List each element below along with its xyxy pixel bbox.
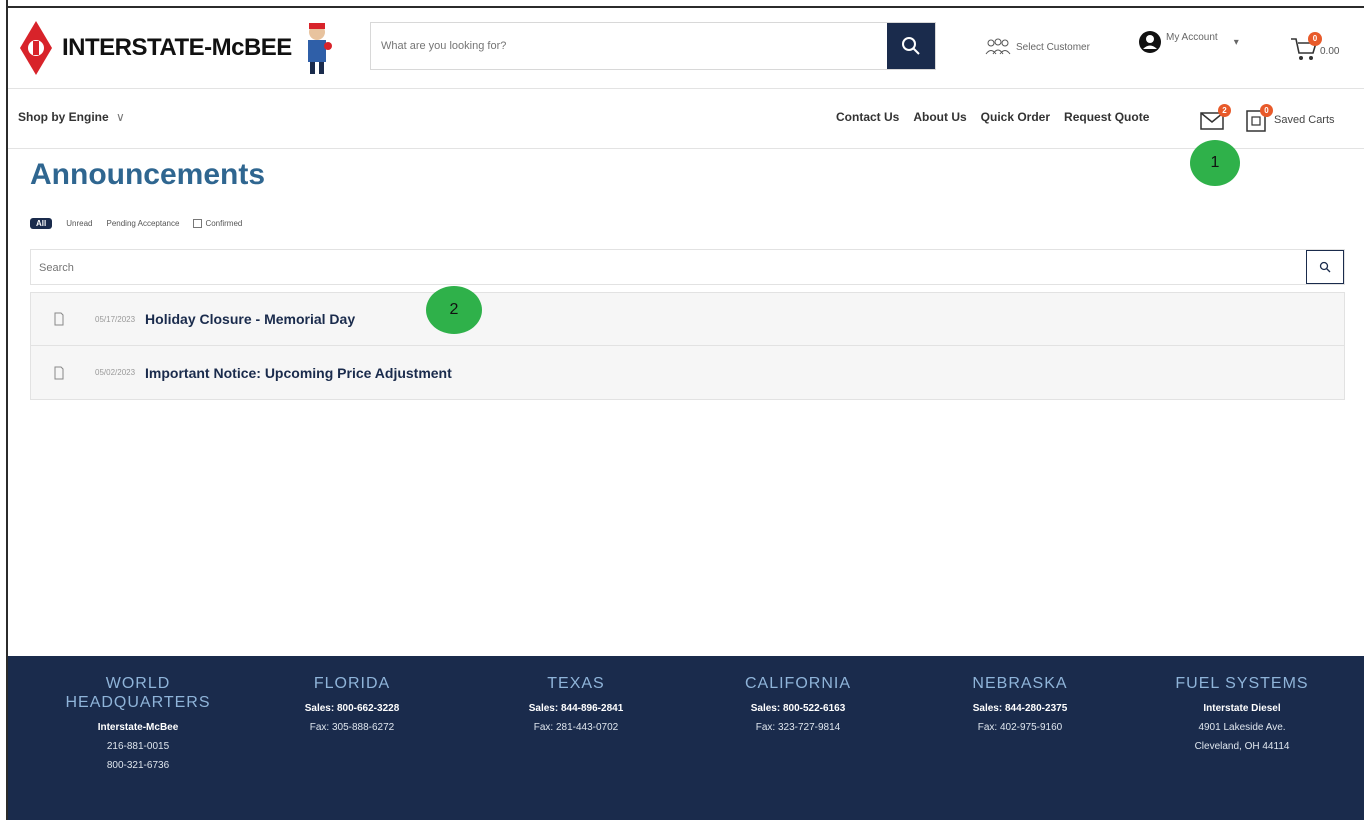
announcement-search-input[interactable] (31, 250, 1301, 286)
site-footer: WORLD HEADQUARTERS Interstate-McBee 216-… (8, 656, 1364, 820)
select-customer-label: Select Customer (1016, 41, 1090, 53)
footer-line: 800-321-6736 (106, 760, 170, 771)
my-account-label: My Account (1166, 31, 1218, 43)
announcement-title[interactable]: Important Notice: Upcoming Price Adjustm… (145, 365, 452, 381)
announcement-search (30, 249, 1345, 286)
footer-line: Sales: 800-662-3228 (304, 703, 400, 714)
announcement-row[interactable]: 05/17/2023 Holiday Closure - Memorial Da… (31, 293, 1344, 346)
announcement-filters: All Unread Pending Acceptance Confirmed (30, 218, 242, 229)
shop-by-engine-menu[interactable]: Shop by Engine ∨ (18, 110, 125, 124)
chevron-down-icon: ▾ (1233, 36, 1239, 48)
search-icon (1319, 261, 1331, 273)
footer-line: Fax: 402-975-9160 (977, 722, 1063, 733)
announcement-row[interactable]: 05/02/2023 Important Notice: Upcoming Pr… (31, 346, 1344, 399)
footer-col-fuel-systems: FUEL SYSTEMS Interstate Diesel 4901 Lake… (1142, 674, 1342, 756)
site-header: INTERSTATE-McBEE Select Customer (8, 8, 1364, 89)
page-title: Announcements (30, 158, 266, 191)
announcement-title[interactable]: Holiday Closure - Memorial Day (145, 311, 355, 327)
cart-total: 0.00 (1320, 46, 1340, 57)
saved-carts-badge: 0 (1260, 104, 1273, 117)
footer-line: Sales: 844-896-2841 (528, 703, 624, 714)
filter-confirmed-checkbox[interactable]: Confirmed (193, 218, 243, 229)
footer-heading: NEBRASKA (972, 675, 1068, 692)
document-icon (54, 312, 64, 326)
mascot-icon (307, 23, 332, 74)
my-account-menu[interactable]: My Account ▾ (1138, 30, 1239, 54)
checkbox-icon (193, 219, 203, 229)
footer-line: Fax: 305-888-6272 (309, 722, 395, 733)
callout-marker-2: 2 (426, 286, 482, 334)
footer-col-world-hq: WORLD HEADQUARTERS Interstate-McBee 216-… (38, 674, 238, 775)
filter-all-tab[interactable]: All (30, 218, 53, 229)
footer-col-texas: TEXAS Sales: 844-896-2841 Fax: 281-443-0… (476, 674, 676, 737)
shop-by-engine-label: Shop by Engine (18, 110, 109, 124)
announcement-date: 05/02/2023 (95, 368, 136, 377)
document-icon (54, 366, 64, 379)
account-icon (1139, 31, 1161, 53)
footer-col-california: CALIFORNIA Sales: 800-522-6163 Fax: 323-… (698, 674, 898, 737)
chevron-down-icon: ∨ (116, 110, 125, 124)
main-nav: Shop by Engine ∨ Contact Us About Us Qui… (8, 88, 1364, 149)
footer-line: Cleveland, OH 44114 (1194, 741, 1290, 752)
announcement-list: 05/17/2023 Holiday Closure - Memorial Da… (30, 292, 1345, 400)
saved-carts-label[interactable]: Saved Carts (1274, 114, 1335, 126)
filter-unread-tab[interactable]: Unread (66, 219, 92, 228)
footer-line: Interstate-McBee (97, 722, 179, 733)
footer-line: Fax: 281-443-0702 (533, 722, 619, 733)
footer-line: Fax: 323-727-9814 (755, 722, 841, 733)
footer-line: Interstate Diesel (1203, 703, 1281, 714)
search-icon (902, 37, 920, 55)
nav-links: Contact Us About Us Quick Order Request … (836, 110, 1149, 124)
footer-line: 4901 Lakeside Ave. (1198, 722, 1286, 733)
saved-carts-button[interactable]: 0 (1246, 104, 1276, 134)
nav-about-us[interactable]: About Us (913, 110, 966, 124)
site-search (370, 22, 936, 70)
announcement-search-button[interactable] (1306, 250, 1344, 284)
site-search-button[interactable] (887, 23, 935, 69)
nav-contact-us[interactable]: Contact Us (836, 110, 899, 124)
diamond-logo-icon (20, 21, 52, 75)
footer-heading: WORLD HEADQUARTERS (65, 675, 211, 711)
announcement-date: 05/17/2023 (95, 314, 136, 324)
window-frame-left (0, 0, 8, 820)
footer-heading: CALIFORNIA (744, 675, 851, 692)
cart-count-badge: 0 (1308, 32, 1322, 46)
nav-request-quote[interactable]: Request Quote (1064, 110, 1149, 124)
nav-quick-order[interactable]: Quick Order (981, 110, 1050, 124)
footer-heading: TEXAS (547, 675, 605, 692)
window-frame-top (0, 0, 1364, 8)
site-search-input[interactable] (371, 23, 887, 69)
footer-line: Sales: 800-522-6163 (750, 703, 846, 714)
footer-col-nebraska: NEBRASKA Sales: 844-280-2375 Fax: 402-97… (920, 674, 1120, 737)
footer-col-florida: FLORIDA Sales: 800-662-3228 Fax: 305-888… (252, 674, 452, 737)
callout-marker-1: 1 (1190, 140, 1240, 186)
mail-count-badge: 2 (1218, 104, 1231, 117)
footer-line: 216-881-0015 (106, 741, 170, 752)
customers-icon (985, 38, 1011, 55)
footer-heading: FUEL SYSTEMS (1175, 675, 1309, 692)
announcements-mail-button[interactable]: 2 (1200, 104, 1234, 134)
site-logo[interactable]: INTERSTATE-McBEE (18, 18, 334, 78)
cart-button[interactable]: 0 0.00 (1290, 32, 1350, 64)
logo-text: INTERSTATE-McBEE (62, 34, 292, 61)
footer-line: Sales: 844-280-2375 (972, 703, 1068, 714)
select-customer-button[interactable]: Select Customer (984, 38, 1090, 56)
footer-heading: FLORIDA (313, 675, 391, 692)
filter-confirmed-label: Confirmed (205, 218, 243, 228)
filter-pending-tab[interactable]: Pending Acceptance (106, 219, 179, 228)
